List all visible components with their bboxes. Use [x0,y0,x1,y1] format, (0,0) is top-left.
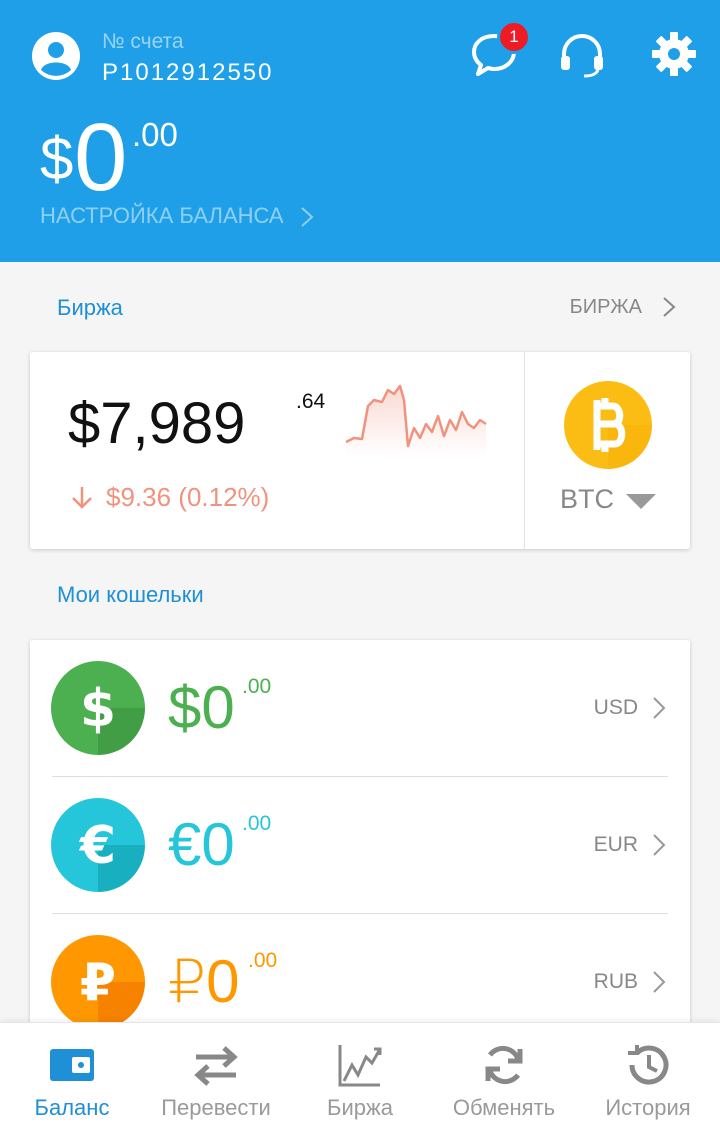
chevron-right-icon [653,834,666,856]
nav-label: Баланс [34,1095,110,1120]
chevron-right-icon [653,971,666,993]
chevron-right-icon [663,297,676,317]
gear-icon[interactable] [648,28,700,80]
nav-convert[interactable]: Обменять [432,1023,576,1135]
wallet-currency-code: RUB [593,970,638,993]
chevron-right-icon [301,207,314,227]
bitcoin-icon[interactable] [563,380,653,470]
wallet-amount: €0 [168,811,235,878]
ruble-icon: ₽ [51,935,145,1029]
btc-rate-cents: .64 [296,390,326,413]
svg-text:€: € [79,816,116,876]
wallet-amount: ₽0 [168,948,240,1015]
balance-settings-link[interactable]: НАСТРОЙКА БАЛАНСА [40,203,284,229]
wallet-amount: $0 [168,674,235,741]
wallet-row-eur[interactable]: € €0 .00 EUR [30,777,690,914]
svg-text:₽: ₽ [80,953,116,1013]
wallet-cents: .00 [242,812,272,835]
account-number-label: № счета [102,30,184,53]
wallets-section-title: Мои кошельки [57,582,204,607]
account-avatar-icon[interactable] [30,30,82,82]
exchange-link[interactable]: БИРЖА [570,296,642,319]
wallet-currency-code: USD [593,696,638,719]
nav-exchange[interactable]: Биржа [288,1023,432,1135]
wallet-amount-eur: €0 .00 [168,812,271,875]
wallets-list: $ $0 .00 USD € €0 .00 EUR ₽ ₽0 .00 RUB [30,640,690,1040]
nav-balance[interactable]: Баланс [0,1023,144,1135]
nav-history[interactable]: История [576,1023,720,1135]
notification-badge: 1 [497,20,531,54]
exchange-section-title: Биржа [57,295,123,320]
dollar-icon: $ [51,661,145,755]
wallet-currency-code: EUR [593,833,638,856]
wallet-amount-rub: ₽0 .00 [168,949,277,1012]
price-sparkline [345,384,487,456]
nav-label: Перевести [161,1095,271,1120]
svg-text:$: $ [80,679,116,739]
balance-cents: .00 [132,116,178,153]
chart-icon [338,1045,382,1087]
wallet-amount-usd: $0 .00 [168,675,271,738]
bottom-navigation: Баланс Перевести Биржа Обменять История [0,1022,720,1135]
transfer-icon [194,1046,238,1086]
wallet-icon [50,1049,94,1081]
balance-amount: 0 [74,104,128,211]
coin-selector-label[interactable]: BTC [560,484,614,515]
btc-rate-amount: $7,989 [68,391,246,456]
btc-rate-change: $9.36 (0.12%) [106,482,270,512]
nav-label: Биржа [327,1095,393,1120]
wallet-cents: .00 [242,675,272,698]
btc-rate: $7,989 .64 [68,390,325,457]
nav-label: История [605,1095,691,1120]
btc-rate-card[interactable]: $7,989 .64 $9.36 (0.12%) BTC [30,352,690,549]
divider [524,352,525,549]
wallet-cents: .00 [248,949,278,972]
account-number: P1012912550 [102,59,274,86]
caret-down-icon[interactable] [626,494,656,510]
arrow-down-icon [72,487,92,509]
euro-icon: € [51,798,145,892]
chevron-right-icon [653,697,666,719]
nav-transfer[interactable]: Перевести [144,1023,288,1135]
balance-currency: $ [40,125,74,192]
nav-label: Обменять [452,1095,556,1120]
headset-icon[interactable] [556,28,608,80]
wallet-row-usd[interactable]: $ $0 .00 USD [30,640,690,777]
exchange-icon [485,1045,523,1085]
app-header: № счета P1012912550 1 $ 0 .00 НАСТРОЙКА … [0,0,720,262]
history-icon [628,1045,669,1085]
